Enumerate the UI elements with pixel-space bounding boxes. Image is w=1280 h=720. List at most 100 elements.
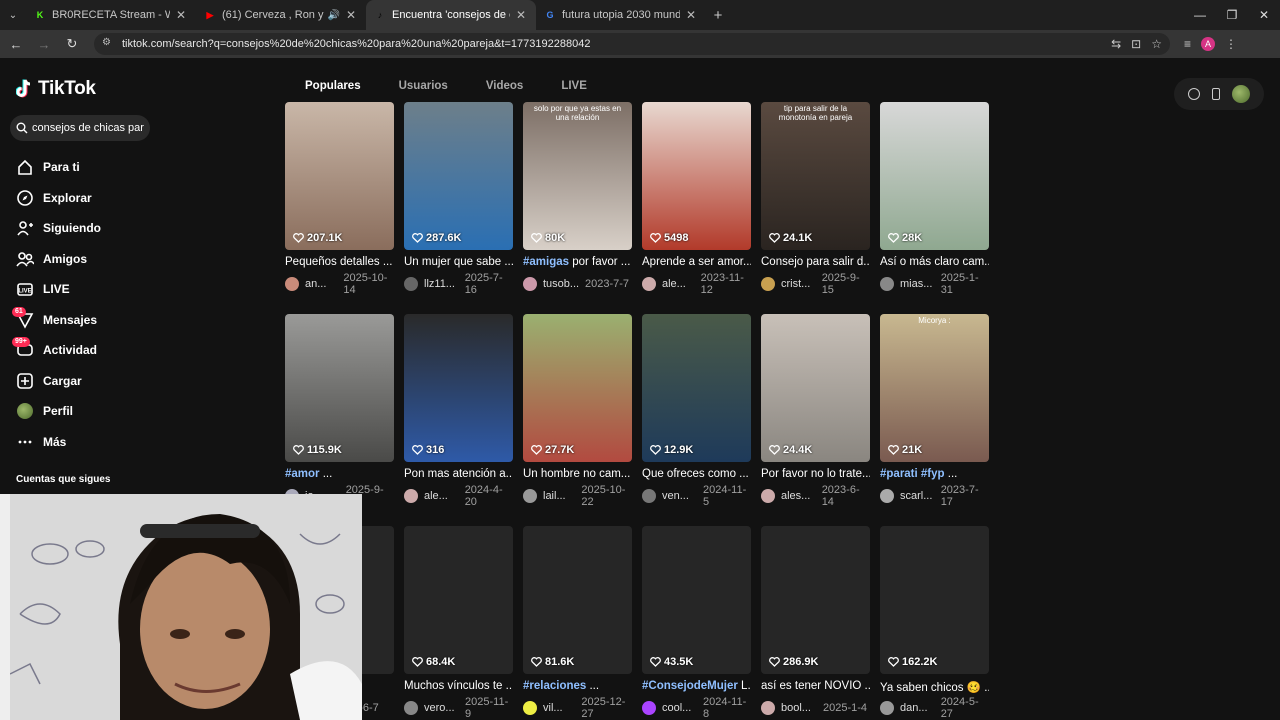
video-thumbnail[interactable]: 287.6K [404,102,513,250]
sidebar-item-live[interactable]: LIVE LIVE [0,274,200,305]
author-avatar[interactable] [642,489,656,503]
video-card[interactable]: solo por que ya estas en una relación 80K… [523,102,632,292]
video-thumbnail[interactable]: 115.9K [285,314,394,462]
video-thumbnail[interactable]: 68.4K [404,526,513,674]
speaker-icon[interactable]: 🔊 [328,10,340,21]
video-thumbnail[interactable]: 316 [404,314,513,462]
new-tab-button[interactable]: + [706,7,730,24]
video-card[interactable]: 287.6K Un mujer que sabe ... llz11... 2025-… [404,102,513,296]
author-name[interactable]: ales... [781,490,816,502]
tab-videos[interactable]: Videos [467,74,543,104]
author-name[interactable]: ale... [662,278,695,290]
video-card[interactable]: 68.4K Muchos vínculos te ... vero... 2025-1… [404,526,513,720]
browser-tab[interactable]: ▶ (61) Cerveza , Ron y Néctar 🔊 ✕ [196,0,366,30]
author-name[interactable]: bool... [781,702,817,714]
author-avatar[interactable] [285,277,299,291]
author-avatar[interactable] [880,277,894,291]
video-thumbnail[interactable]: 81.6K [523,526,632,674]
forward-icon[interactable]: → [32,32,56,56]
author-avatar[interactable] [642,277,656,291]
video-card[interactable]: Micorya : 21K #parati #fyp ... scarl... 202… [880,314,989,508]
sidebar-item-cargar[interactable]: Cargar [0,366,200,397]
sidebar-item-mensajes[interactable]: Mensajes 61 [0,305,200,336]
video-card[interactable]: 316 Pon mas atención a... ale... 2024-4-20 [404,314,513,508]
video-caption[interactable]: Así o más claro cam... [880,256,989,271]
author-avatar[interactable] [642,701,656,715]
video-card[interactable]: 286.9K así es tener NOVIO ... bool... 2025-… [761,526,870,716]
restore-icon[interactable]: ❐ [1216,0,1248,30]
sidebar-item-actividad[interactable]: Actividad 99+ [0,335,200,366]
tab-populares[interactable]: Populares [286,74,380,106]
video-caption[interactable]: Ya saben chicos 🥴 ... [880,680,989,695]
video-caption[interactable]: Un mujer que sabe ... [404,256,513,271]
video-card[interactable]: 27.7K Un hombre no cam... lail... 2025-10-2… [523,314,632,508]
author-name[interactable]: an... [305,278,337,290]
author-name[interactable]: mias... [900,278,935,290]
site-info-icon[interactable]: ⚙ [102,37,116,51]
user-avatar[interactable] [1232,85,1250,103]
author-name[interactable]: crist... [781,278,816,290]
reload-icon[interactable]: ↻ [60,32,84,56]
author-name[interactable]: vil... [543,702,575,714]
author-name[interactable]: lail... [543,490,575,502]
video-thumbnail[interactable]: 286.9K [761,526,870,674]
author-name[interactable]: tusob... [543,278,579,290]
video-caption[interactable]: Aprende a ser amor... [642,256,751,271]
video-card[interactable]: 43.5K #ConsejodeMujer L... cool... 2024-11-… [642,526,751,720]
author-name[interactable]: scarl... [900,490,935,502]
address-bar[interactable]: ⚙ tiktok.com/search?q=consejos%20de%20ch… [94,33,1170,55]
author-name[interactable]: dan... [900,702,935,714]
video-card[interactable]: 115.9K#amor ...ja...2025-9-27 [285,314,394,508]
video-thumbnail[interactable]: 28K [880,102,989,250]
author-avatar[interactable] [404,701,418,715]
tab-usuarios[interactable]: Usuarios [380,74,467,104]
author-name[interactable]: cool... [662,702,697,714]
browser-tab[interactable]: ♪ Encuentra 'consejos de chicas p ✕ [366,0,536,30]
hashtag[interactable]: #amigas [523,256,569,268]
browser-tab[interactable]: K BR0RECETA Stream - Watch Live ✕ [26,0,196,30]
author-name[interactable]: vero... [424,702,459,714]
author-avatar[interactable] [404,489,418,503]
author-name[interactable]: llz11... [424,278,459,290]
video-caption[interactable]: Pequeños detalles ... [285,256,394,271]
minimize-icon[interactable]: — [1184,0,1216,30]
sidebar-item-para-ti[interactable]: Para ti [0,152,200,183]
video-caption[interactable]: #ConsejodeMujer L... [642,680,751,695]
video-thumbnail[interactable]: 5498 [642,102,751,250]
author-avatar[interactable] [880,701,894,715]
video-caption[interactable]: #amigas por favor ... [523,256,632,271]
author-avatar[interactable] [761,277,775,291]
phone-icon[interactable] [1212,88,1220,100]
install-icon[interactable]: ⊡ [1131,37,1141,51]
hashtag[interactable]: #ConsejodeMujer [642,680,738,692]
tiktok-logo[interactable]: TikTok [16,78,96,100]
video-card[interactable]: 5498 Aprende a ser amor... ale... 2023-11-1… [642,102,751,296]
video-caption[interactable]: #relaciones ... [523,680,632,695]
author-avatar[interactable] [761,489,775,503]
video-caption[interactable]: Que ofreces como ... [642,468,751,483]
tab-close-icon[interactable]: ✕ [344,8,358,22]
sidebar-item-siguiendo[interactable]: Siguiendo [0,213,200,244]
reading-list-icon[interactable]: ≡ [1184,37,1191,51]
video-thumbnail[interactable]: solo por que ya estas en una relación 80K [523,102,632,250]
video-thumbnail[interactable]: 27.7K [523,314,632,462]
video-thumbnail[interactable]: Micorya : 21K [880,314,989,462]
author-avatar[interactable] [523,701,537,715]
author-avatar[interactable] [523,489,537,503]
video-card[interactable]: tip para salir de la monotonía en pareja… [761,102,870,296]
profile-avatar[interactable]: A [1201,37,1216,51]
tab-close-icon[interactable]: ✕ [174,8,188,22]
compass-icon[interactable] [1188,88,1200,100]
translate-icon[interactable]: ⇆ [1111,37,1121,51]
video-caption[interactable]: Muchos vínculos te ... [404,680,513,695]
video-caption[interactable]: Pon mas atención a... [404,468,513,483]
video-thumbnail[interactable]: 43.5K [642,526,751,674]
video-caption[interactable]: así es tener NOVIO ... [761,680,870,695]
tab-live[interactable]: LIVE [542,74,606,104]
video-thumbnail[interactable]: 24.4K [761,314,870,462]
video-card[interactable]: 207.1K Pequeños detalles ... an... 2025-10-… [285,102,394,296]
video-thumbnail[interactable]: tip para salir de la monotonía en pareja… [761,102,870,250]
video-caption[interactable]: #parati #fyp ... [880,468,989,483]
author-avatar[interactable] [761,701,775,715]
video-thumbnail[interactable]: 207.1K [285,102,394,250]
